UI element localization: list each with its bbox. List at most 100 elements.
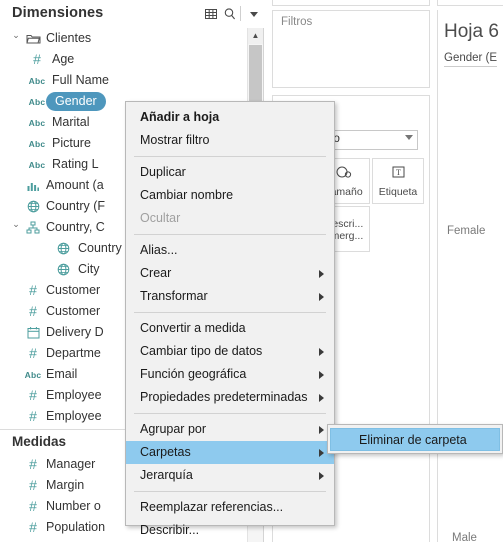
columns-pill[interactable]: Gender (E: [444, 52, 498, 67]
submenu-arrow-icon: [319, 348, 324, 356]
field-label: Customer: [46, 283, 101, 297]
shelf-strip-right: [437, 0, 503, 6]
submenu-arrow-icon: [319, 394, 324, 402]
filters-card[interactable]: Filtros: [272, 10, 430, 88]
field-label: Employee: [46, 409, 102, 423]
chevron-down-icon[interactable]: [246, 6, 262, 22]
menu-item[interactable]: Reemplazar referencias...: [126, 496, 334, 519]
menu-item-label: Añadir a hoja: [140, 110, 220, 124]
worksheet-view: [437, 10, 503, 542]
selected-field-pill[interactable]: Gender: [46, 92, 106, 111]
menu-item[interactable]: Mostrar filtro: [126, 129, 334, 152]
menu-item-label: Describir...: [140, 523, 200, 537]
menu-item[interactable]: Describir...: [126, 519, 334, 542]
submenu-arrow-icon: [319, 293, 324, 301]
menu-separator: [134, 413, 326, 414]
number-icon: #: [29, 345, 37, 361]
label-icon: T: [373, 164, 423, 184]
number-icon: #: [29, 477, 37, 493]
number-icon: #: [22, 538, 44, 542]
expander-chevron-icon[interactable]: ⌄: [10, 28, 22, 42]
axis-label-male: Male: [452, 532, 477, 542]
grid-icon[interactable]: [203, 6, 219, 22]
calendar-icon: [22, 322, 44, 343]
page-title: Dimensiones: [12, 5, 104, 21]
submenu-arrow-icon: [319, 472, 324, 480]
data-pane-header: Dimensiones: [0, 0, 264, 28]
field-label: Country: [78, 241, 122, 255]
field-label: Number o: [46, 499, 101, 513]
tableau-window: Dimensiones ⌄ Clientes # Age Abc Full Na…: [0, 0, 503, 542]
menu-item-label: Agrupar por: [140, 422, 207, 436]
field-label: Country, C: [46, 220, 105, 234]
menu-item-label: Transformar: [140, 289, 208, 303]
field-label: Manager: [46, 457, 96, 471]
marks-label-text: Etiqueta: [378, 186, 418, 198]
chevron-down-icon: [405, 135, 413, 140]
folders-submenu[interactable]: Eliminar de carpeta: [327, 424, 503, 454]
menu-item[interactable]: Transformar: [126, 285, 334, 308]
svg-text:T: T: [396, 168, 401, 177]
field-label: Departme: [46, 346, 101, 360]
menu-item[interactable]: Propiedades predeterminadas: [126, 386, 334, 409]
globe-icon: [52, 238, 74, 259]
number-icon: #: [33, 51, 41, 67]
abc-icon: Abc: [28, 76, 46, 86]
submenu-arrow-icon: [319, 270, 324, 278]
field-label: Delivery D: [46, 325, 104, 339]
abc-icon: Abc: [28, 118, 46, 128]
number-icon: #: [29, 456, 37, 472]
field-row[interactable]: Abc Full Name: [0, 70, 248, 91]
menu-item-label: Reemplazar referencias...: [140, 500, 284, 514]
menu-item-label: Cambiar tipo de datos: [140, 344, 263, 358]
marks-label-button[interactable]: T Etiqueta: [372, 158, 424, 204]
field-label: Clientes: [46, 31, 92, 45]
field-label: Amount (a: [46, 178, 104, 192]
field-label: Employee: [46, 388, 102, 402]
menu-item-label: Función geográfica: [140, 367, 247, 381]
field-label: Rating: [46, 538, 82, 542]
abc-icon: Abc: [28, 160, 46, 170]
submenu-arrow-icon: [319, 426, 324, 434]
menu-separator: [134, 312, 326, 313]
field-label: Population: [46, 520, 106, 534]
number-icon: #: [29, 519, 37, 535]
menu-item-label: Convertir a medida: [140, 321, 246, 335]
menu-item[interactable]: Agrupar por: [126, 418, 334, 441]
menu-item[interactable]: Duplicar: [126, 161, 334, 184]
menu-item-label: Crear: [140, 266, 172, 280]
menu-separator: [134, 234, 326, 235]
menu-item-label: Cambiar nombre: [140, 188, 234, 202]
field-folder-row[interactable]: ⌄ Clientes: [0, 28, 248, 49]
menu-item-label: Alias...: [140, 243, 178, 257]
number-icon: #: [29, 282, 37, 298]
abc-icon: Abc: [24, 370, 42, 380]
submenu-arrow-icon: [319, 449, 324, 457]
submenu-arrow-icon: [319, 371, 324, 379]
menu-separator: [134, 156, 326, 157]
menu-item[interactable]: Función geográfica: [126, 363, 334, 386]
bar-chart-icon: [22, 175, 44, 196]
number-icon: #: [29, 387, 37, 403]
menu-item-remove-from-folder[interactable]: Eliminar de carpeta: [330, 428, 500, 451]
menu-item[interactable]: Cambiar nombre: [126, 184, 334, 207]
field-row[interactable]: # Age: [0, 49, 248, 70]
menu-item[interactable]: Crear: [126, 262, 334, 285]
filters-label: Filtros: [281, 16, 313, 28]
search-icon[interactable]: [222, 6, 238, 22]
menu-separator: [134, 491, 326, 492]
number-icon: #: [29, 303, 37, 319]
field-label: Country (F: [46, 199, 106, 213]
scroll-up-button[interactable]: ▲: [248, 28, 263, 44]
menu-item[interactable]: Carpetas: [126, 441, 334, 464]
menu-item[interactable]: Añadir a hoja: [126, 106, 334, 129]
menu-item[interactable]: Alias...: [126, 239, 334, 262]
abc-icon: Abc: [28, 139, 46, 149]
menu-item[interactable]: Cambiar tipo de datos: [126, 340, 334, 363]
globe-icon: [52, 259, 74, 280]
expander-chevron-icon[interactable]: ⌄: [10, 217, 22, 231]
context-menu[interactable]: Añadir a hoja Mostrar filtro Duplicar Cambi…: [125, 101, 335, 537]
number-icon: #: [29, 498, 37, 514]
menu-item[interactable]: Convertir a medida: [126, 317, 334, 340]
menu-item[interactable]: Jerarquía: [126, 464, 334, 487]
